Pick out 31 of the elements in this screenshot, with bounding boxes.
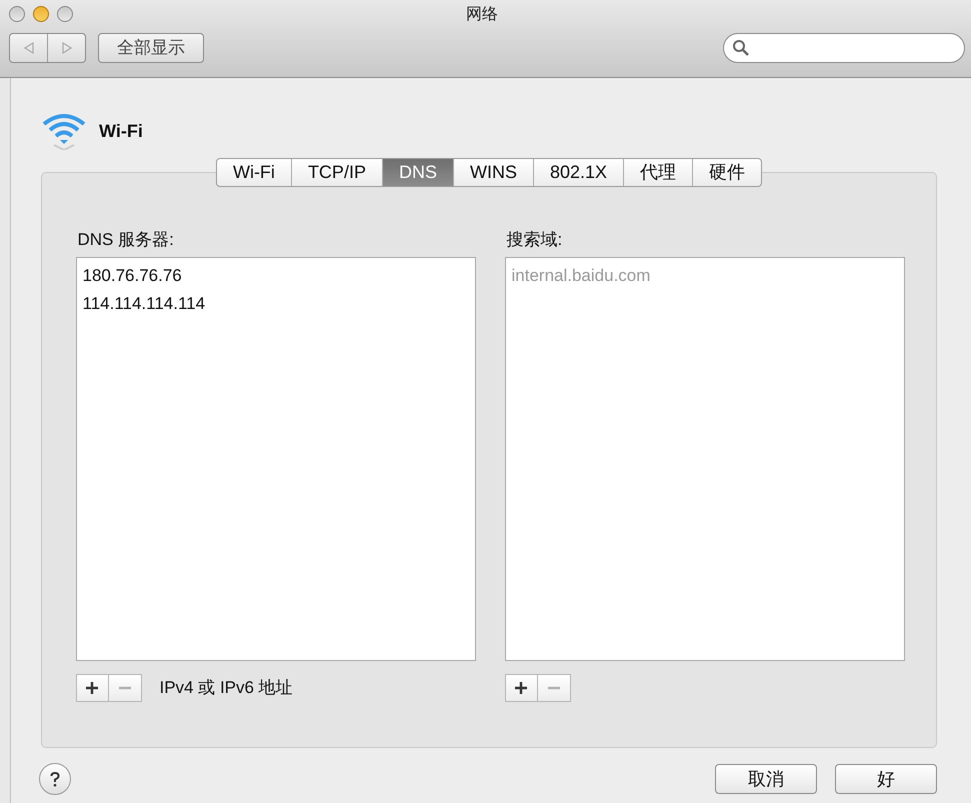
window-title: 网络: [466, 5, 498, 25]
add-button[interactable]: [504, 674, 538, 702]
tab[interactable]: DNS: [382, 159, 453, 186]
header-title: Wi-Fi: [99, 120, 143, 142]
dialog-button[interactable]: 取消: [715, 764, 817, 794]
question-mark-icon: [50, 772, 60, 786]
help-button[interactable]: [39, 763, 71, 795]
list-item[interactable]: 180.76.76.76: [82, 262, 468, 290]
close-icon[interactable]: [9, 6, 25, 22]
back-forward-control[interactable]: [9, 33, 86, 63]
tab[interactable]: 硬件: [692, 159, 762, 186]
tab[interactable]: 802.1X: [532, 159, 624, 186]
list-label: 搜索域:: [506, 229, 564, 251]
show-all-button[interactable]: 全部显示: [98, 33, 204, 63]
plus-icon: [515, 682, 527, 694]
dialog-button[interactable]: 好: [835, 764, 937, 794]
tab[interactable]: Wi-Fi: [216, 159, 291, 186]
list-item[interactable]: 114.114.114.114: [82, 290, 468, 318]
search-field[interactable]: [723, 33, 965, 63]
tab[interactable]: WINS: [452, 159, 533, 186]
search-icon: [732, 39, 750, 57]
back-icon[interactable]: [24, 42, 34, 54]
plus-icon: [86, 682, 98, 694]
zoom-icon[interactable]: [57, 6, 73, 22]
wifi-icon: [41, 112, 87, 150]
forward-icon[interactable]: [62, 42, 72, 54]
hint-text: IPv4 或 IPv6 地址: [160, 677, 293, 700]
minimize-icon[interactable]: [33, 6, 49, 22]
tab[interactable]: 代理: [623, 159, 692, 186]
add-button[interactable]: [76, 674, 108, 702]
list-label: DNS 服务器:: [78, 229, 175, 251]
